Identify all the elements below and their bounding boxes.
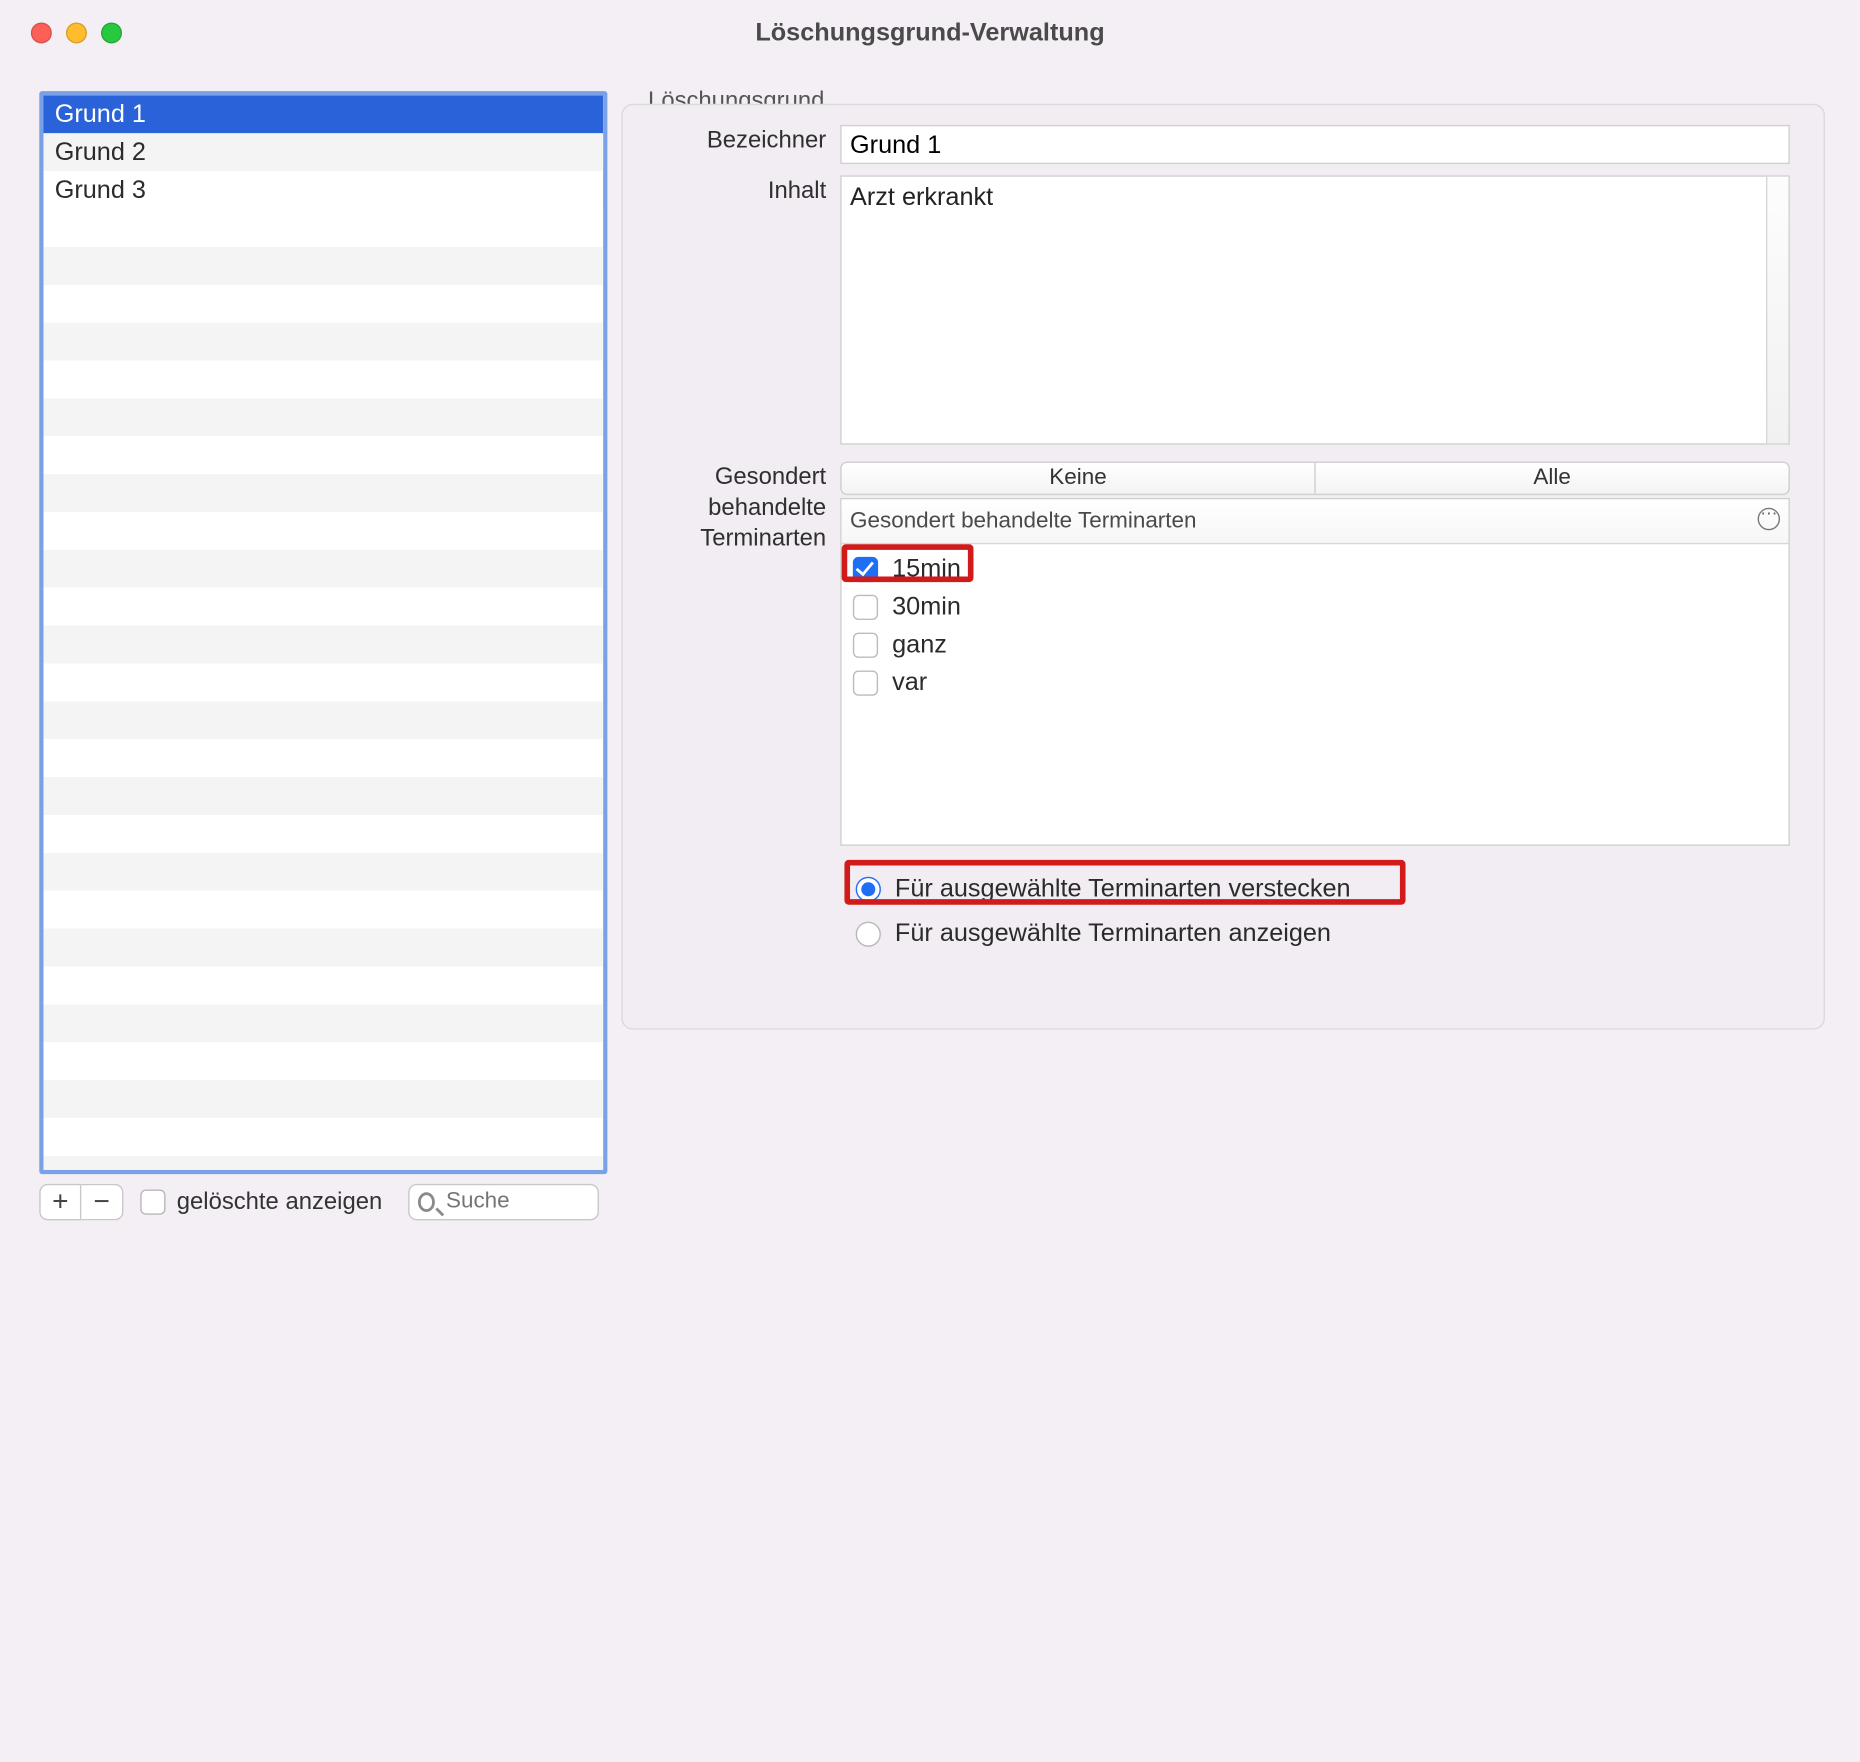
terminart-label: 15min xyxy=(892,554,961,583)
segment-all[interactable]: Alle xyxy=(1314,463,1788,494)
more-icon[interactable] xyxy=(1758,508,1780,530)
bezeichner-input[interactable] xyxy=(840,125,1790,164)
show-deleted-label: gelöschte anzeigen xyxy=(177,1188,383,1216)
terminarten-list[interactable]: Gesondert behandelte Terminarten 15min 30… xyxy=(840,498,1790,846)
remove-button[interactable]: − xyxy=(81,1184,123,1220)
window: Löschungsgrund-Verwaltung Grund 1Grund 2… xyxy=(0,0,1860,1227)
select-none-all-segmented[interactable]: Keine Alle xyxy=(840,461,1790,495)
inhalt-value: Arzt erkrankt xyxy=(850,182,993,210)
search-input[interactable] xyxy=(443,1188,588,1216)
terminart-checkbox[interactable] xyxy=(853,670,878,695)
radio-show[interactable] xyxy=(856,921,881,946)
terminart-row[interactable]: var xyxy=(842,663,1789,701)
terminarten-label: Gesondert behandelte Terminarten xyxy=(623,461,840,845)
detail-group: Bezeichner Inhalt Arzt erkrankt Gesonder… xyxy=(621,104,1825,1030)
list-item[interactable]: Grund 2 xyxy=(43,133,603,171)
show-deleted-checkbox[interactable] xyxy=(140,1190,165,1215)
add-button[interactable]: + xyxy=(39,1184,81,1220)
content: Grund 1Grund 2Grund 3 + − gelöschte anze… xyxy=(0,65,1860,1228)
reasons-list[interactable]: Grund 1Grund 2Grund 3 xyxy=(39,91,607,1174)
bezeichner-label: Bezeichner xyxy=(623,125,840,164)
titlebar: Löschungsgrund-Verwaltung xyxy=(0,0,1860,65)
radio-show-label: Für ausgewählte Terminarten anzeigen xyxy=(895,919,1331,948)
window-title: Löschungsgrund-Verwaltung xyxy=(0,18,1860,47)
terminart-checkbox[interactable] xyxy=(853,632,878,657)
radio-hide-label: Für ausgewählte Terminarten verstecken xyxy=(895,874,1351,903)
radio-hide[interactable] xyxy=(856,876,881,901)
inhalt-label: Inhalt xyxy=(623,175,840,444)
terminart-label: var xyxy=(892,668,927,697)
search-field[interactable] xyxy=(408,1184,599,1220)
terminart-row[interactable]: ganz xyxy=(842,626,1789,664)
search-icon xyxy=(417,1192,434,1212)
terminart-checkbox[interactable] xyxy=(853,594,878,619)
terminart-checkbox[interactable] xyxy=(853,556,878,581)
terminart-row[interactable]: 30min xyxy=(842,588,1789,626)
list-item[interactable]: Grund 3 xyxy=(43,171,603,209)
terminart-label: 30min xyxy=(892,592,961,621)
inhalt-textarea[interactable]: Arzt erkrankt xyxy=(840,175,1790,444)
list-toolbar: + − gelöschte anzeigen xyxy=(39,1182,607,1221)
list-item[interactable]: Grund 1 xyxy=(43,95,603,133)
radio-hide-row[interactable]: Für ausgewählte Terminarten verstecken xyxy=(856,874,1351,903)
terminart-row[interactable]: 15min xyxy=(842,550,1789,588)
terminart-label: ganz xyxy=(892,630,947,659)
radio-show-row[interactable]: Für ausgewählte Terminarten anzeigen xyxy=(856,919,1331,948)
scrollbar[interactable] xyxy=(1766,177,1788,444)
terminarten-header: Gesondert behandelte Terminarten xyxy=(842,499,1789,544)
segment-none[interactable]: Keine xyxy=(842,463,1315,494)
